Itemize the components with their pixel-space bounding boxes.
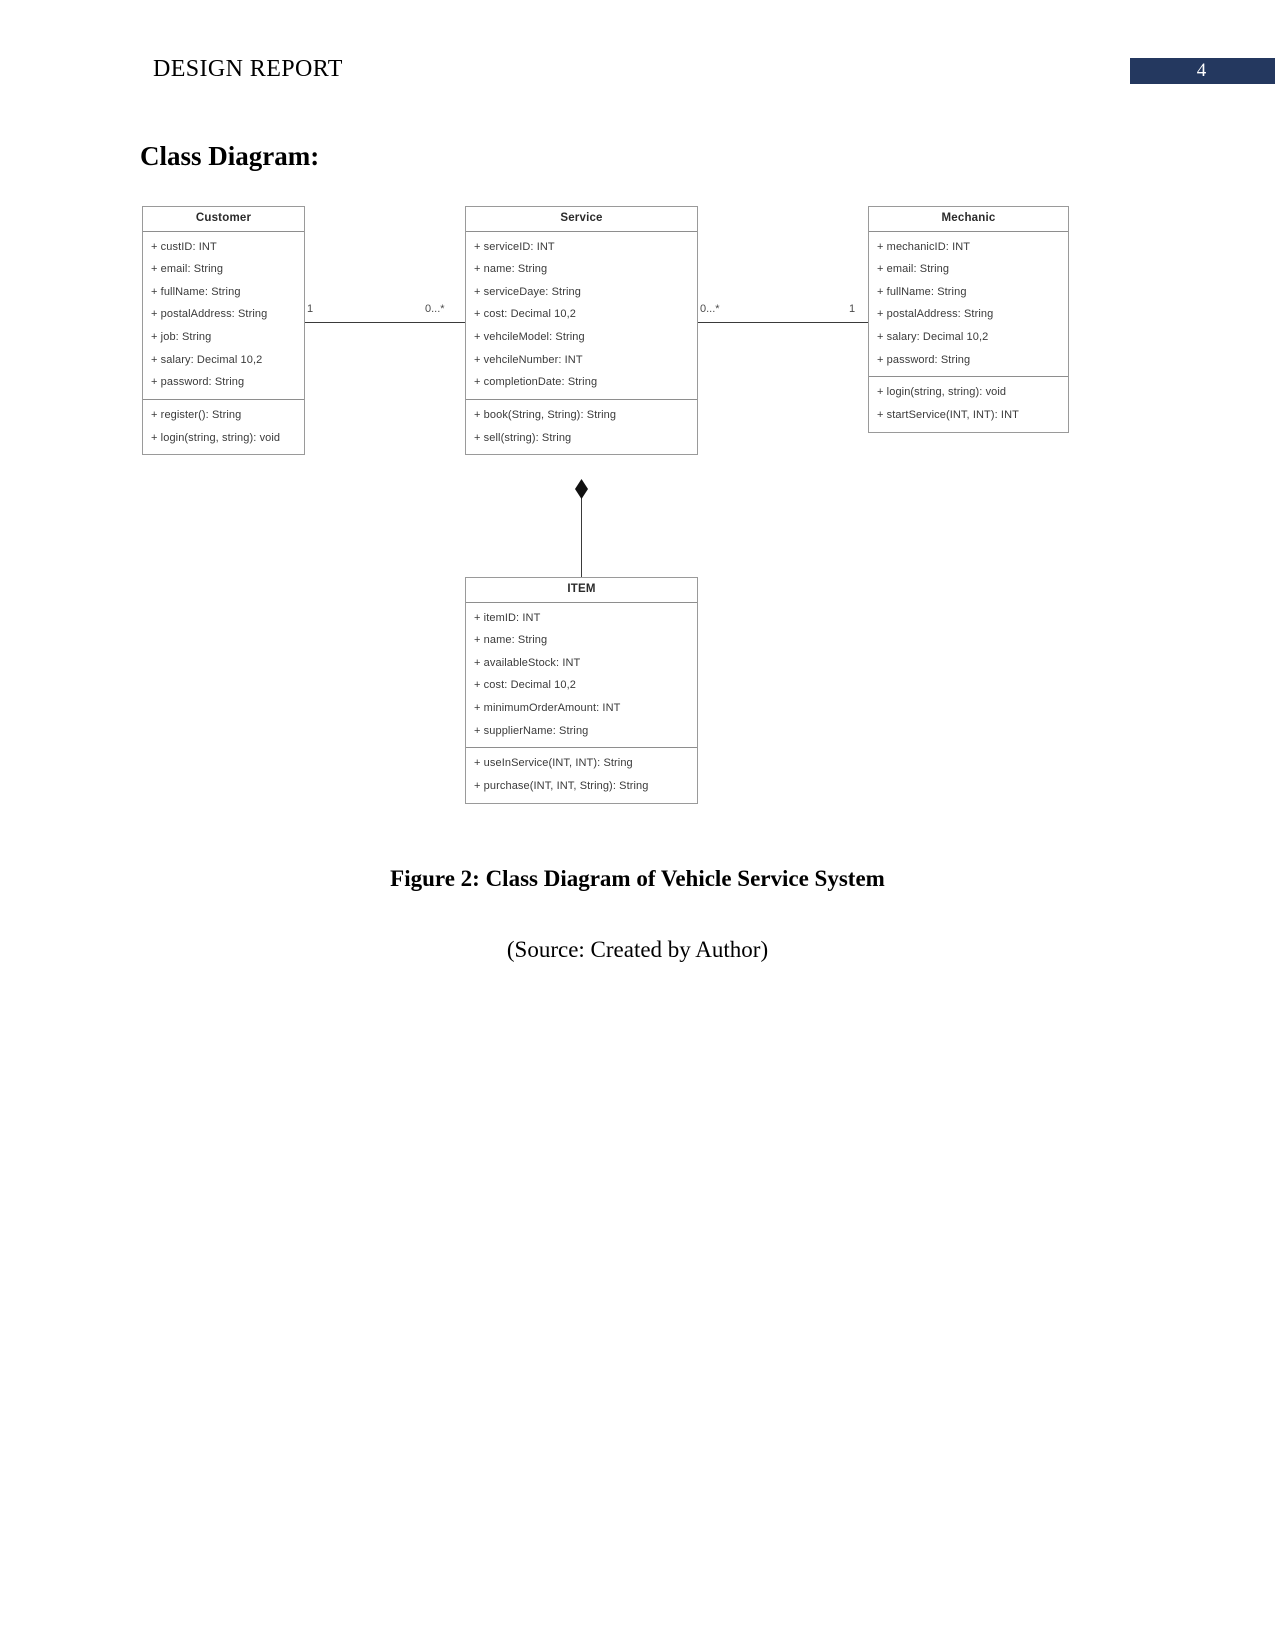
uml-attribute-row: + password: String: [151, 376, 245, 389]
uml-methods-compartment: + register(): String + login(string, str…: [143, 398, 304, 454]
uml-attribute-row: + fullName: String: [151, 285, 241, 298]
association-line-customer-service: [305, 322, 465, 323]
uml-methods-compartment: + book(String, String): String + sell(st…: [466, 398, 697, 454]
uml-class-title: Service: [466, 207, 697, 232]
multiplicity-customer: 1: [307, 303, 314, 315]
uml-attribute-row: + fullName: String: [877, 285, 967, 298]
uml-attribute-row: + supplierName: String: [474, 724, 589, 737]
uml-attribute-row: + serviceID: INT: [474, 240, 555, 253]
uml-attribute-row: + vehcileModel: String: [474, 331, 585, 344]
uml-method-row: + sell(string): String: [474, 431, 572, 444]
uml-class-item: ITEM + itemID: INT + name: String + avai…: [465, 577, 698, 804]
uml-class-title: Mechanic: [869, 207, 1068, 232]
uml-attribute-row: + vehcileNumber: INT: [474, 353, 583, 366]
uml-attribute-row: + itemID: INT: [474, 611, 541, 624]
multiplicity-service-right: 0...*: [700, 303, 720, 315]
uml-attributes-compartment: + itemID: INT + name: String + available…: [466, 603, 697, 748]
uml-method-row: + startService(INT, INT): INT: [877, 408, 1019, 421]
uml-methods-compartment: + login(string, string): void + startSer…: [869, 376, 1068, 431]
uml-attribute-row: + availableStock: INT: [474, 656, 581, 669]
uml-attribute-row: + name: String: [474, 263, 548, 276]
uml-attribute-row: + completionDate: String: [474, 376, 598, 389]
uml-class-customer: Customer + custID: INT + email: String +…: [142, 206, 305, 456]
multiplicity-service-left: 0...*: [425, 303, 445, 315]
uml-class-title: ITEM: [466, 578, 697, 603]
uml-method-row: + login(string, string): void: [877, 386, 1007, 399]
uml-attribute-row: + serviceDaye: String: [474, 285, 581, 298]
uml-attribute-row: + email: String: [877, 263, 950, 276]
uml-attribute-row: + cost: Decimal 10,2: [474, 679, 576, 692]
uml-attribute-row: + salary: Decimal 10,2: [151, 353, 263, 366]
uml-attributes-compartment: + mechanicID: INT + email: String + full…: [869, 232, 1068, 377]
uml-method-row: + login(string, string): void: [151, 431, 281, 444]
uml-class-service: Service + serviceID: INT + name: String …: [465, 206, 698, 456]
composition-diamond-icon: [575, 479, 588, 499]
uml-class-title: Customer: [143, 207, 304, 232]
uml-attribute-row: + password: String: [877, 353, 971, 366]
uml-attribute-row: + email: String: [151, 263, 224, 276]
uml-attribute-row: + custID: INT: [151, 240, 217, 253]
uml-method-row: + book(String, String): String: [474, 408, 617, 421]
uml-method-row: + useInService(INT, INT): String: [474, 757, 633, 770]
uml-attribute-row: + salary: Decimal 10,2: [877, 331, 989, 344]
uml-methods-compartment: + useInService(INT, INT): String + purch…: [466, 747, 697, 802]
uml-attribute-row: + postalAddress: String: [151, 308, 268, 321]
figure-source: (Source: Created by Author): [506, 937, 769, 962]
composition-line-service-item: [581, 489, 582, 577]
uml-method-row: + purchase(INT, INT, String): String: [474, 779, 649, 792]
uml-attribute-row: + job: String: [151, 331, 212, 344]
multiplicity-mechanic: 1: [849, 303, 856, 315]
figure-caption: Figure 2: Class Diagram of Vehicle Servi…: [390, 866, 885, 891]
uml-class-mechanic: Mechanic + mechanicID: INT + email: Stri…: [868, 206, 1069, 433]
uml-attributes-compartment: + serviceID: INT + name: String + servic…: [466, 232, 697, 399]
association-line-service-mechanic: [698, 322, 868, 323]
uml-attribute-row: + mechanicID: INT: [877, 240, 971, 253]
uml-attribute-row: + cost: Decimal 10,2: [474, 308, 576, 321]
uml-attribute-row: + name: String: [474, 634, 548, 647]
uml-attribute-row: + minimumOrderAmount: INT: [474, 702, 621, 715]
uml-attributes-compartment: + custID: INT + email: String + fullName…: [143, 232, 304, 399]
uml-method-row: + register(): String: [151, 408, 242, 421]
class-diagram: Customer + custID: INT + email: String +…: [0, 0, 1275, 1650]
uml-attribute-row: + postalAddress: String: [877, 308, 994, 321]
